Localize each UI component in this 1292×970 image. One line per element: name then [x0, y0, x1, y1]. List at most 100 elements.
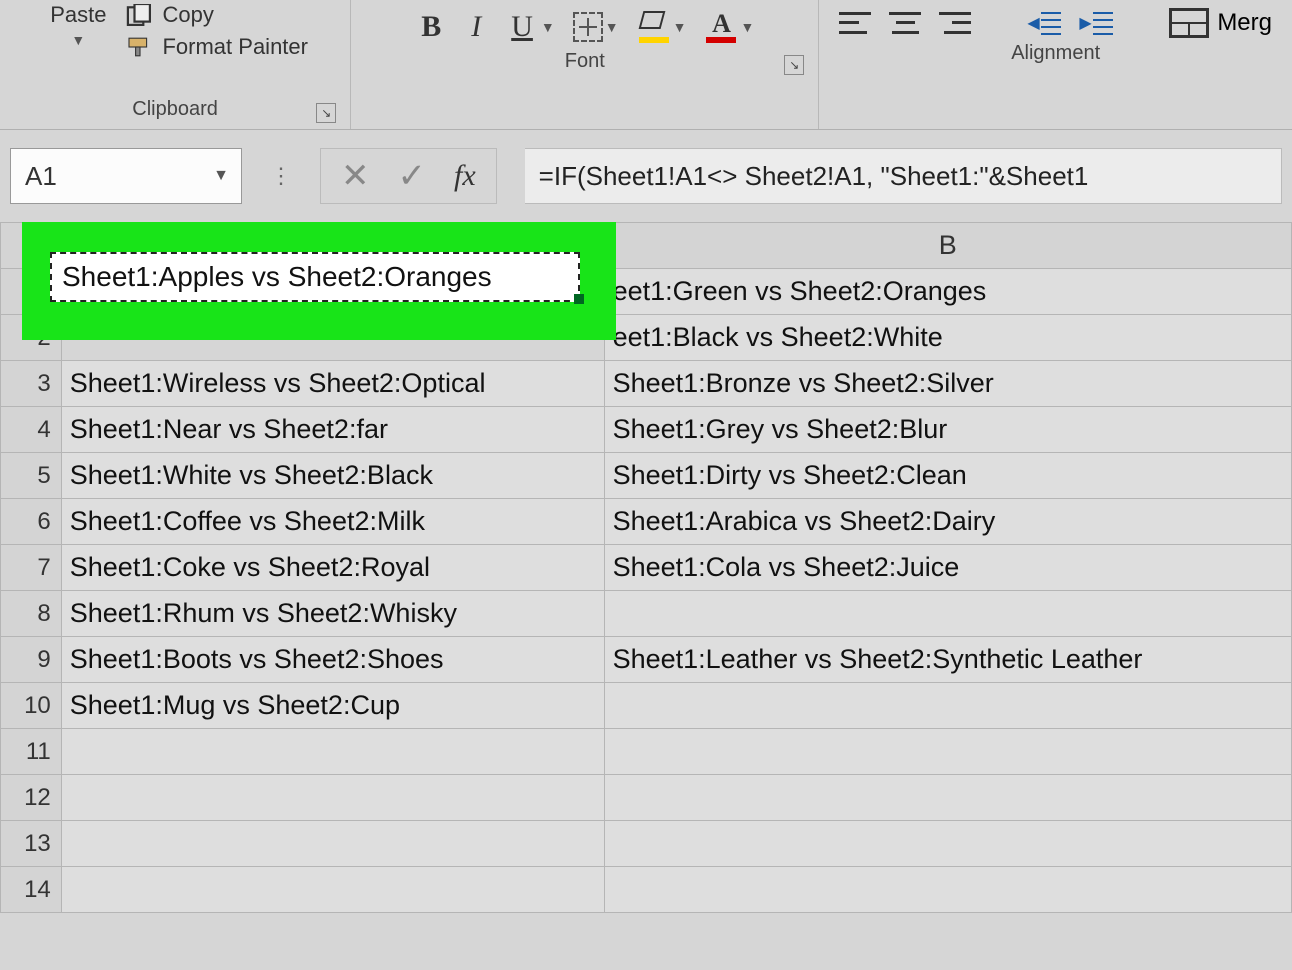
- align-left-icon: [839, 9, 871, 37]
- align-center-button[interactable]: [889, 9, 921, 37]
- cell[interactable]: [61, 775, 604, 821]
- cell[interactable]: [604, 683, 1291, 729]
- name-box[interactable]: A1 ▼: [10, 148, 242, 204]
- decrease-indent-icon: ◀: [1027, 9, 1061, 37]
- align-right-button[interactable]: [939, 9, 971, 37]
- cell[interactable]: Sheet1:Coke vs Sheet2:Royal: [61, 545, 604, 591]
- cell[interactable]: [61, 867, 604, 913]
- fill-color-button[interactable]: ▼: [637, 11, 687, 43]
- format-painter-button[interactable]: Format Painter: [126, 34, 308, 60]
- cell[interactable]: Sheet1:Grey vs Sheet2:Blur: [604, 407, 1291, 453]
- clipboard-dialog-launcher-icon[interactable]: ↘: [316, 103, 336, 123]
- font-dialog-launcher-icon[interactable]: ↘: [784, 55, 804, 75]
- formula-bar-actions: ✕ ✓ fx: [320, 148, 497, 204]
- cancel-button[interactable]: ✕: [341, 156, 370, 196]
- name-box-dropdown-icon[interactable]: ▼: [213, 167, 229, 185]
- format-painter-icon: [126, 36, 154, 58]
- cell[interactable]: Sheet1:Cola vs Sheet2:Juice: [604, 545, 1291, 591]
- cell[interactable]: [604, 775, 1291, 821]
- merge-center-button[interactable]: Merg: [1169, 8, 1272, 38]
- align-center-icon: [889, 9, 921, 37]
- fill-handle[interactable]: [574, 294, 584, 304]
- paste-button[interactable]: Paste ▼: [42, 2, 114, 48]
- table-row: 5Sheet1:White vs Sheet2:BlackSheet1:Dirt…: [1, 453, 1292, 499]
- cell[interactable]: [61, 729, 604, 775]
- cell[interactable]: [604, 729, 1291, 775]
- name-box-value: A1: [25, 161, 57, 192]
- insert-function-button[interactable]: fx: [454, 159, 476, 193]
- active-cell-value: Sheet1:Apples vs Sheet2:Oranges: [62, 261, 492, 293]
- clipboard-group-label: Clipboard ↘: [10, 94, 340, 129]
- row-header[interactable]: 13: [1, 821, 62, 867]
- format-painter-label: Format Painter: [162, 34, 308, 60]
- cell[interactable]: Sheet1:White vs Sheet2:Black: [61, 453, 604, 499]
- cell[interactable]: Sheet1:Wireless vs Sheet2:Optical: [61, 361, 604, 407]
- table-row: 14: [1, 867, 1292, 913]
- underline-button[interactable]: U: [505, 8, 539, 46]
- font-color-icon: A: [704, 11, 738, 43]
- row-header[interactable]: 10: [1, 683, 62, 729]
- row-header[interactable]: 11: [1, 729, 62, 775]
- underline-dropdown-icon[interactable]: ▼: [541, 19, 555, 35]
- cell[interactable]: Sheet1:Leather vs Sheet2:Synthetic Leath…: [604, 637, 1291, 683]
- row-header[interactable]: 14: [1, 867, 62, 913]
- bold-button[interactable]: B: [415, 8, 447, 46]
- formula-input[interactable]: =IF(Sheet1!A1<> Sheet2!A1, "Sheet1:"&She…: [525, 148, 1282, 204]
- table-row: 10Sheet1:Mug vs Sheet2:Cup: [1, 683, 1292, 729]
- cell[interactable]: eet1:Green vs Sheet2:Oranges: [604, 269, 1291, 315]
- accept-button[interactable]: ✓: [398, 156, 427, 196]
- cell[interactable]: Sheet1:Rhum vs Sheet2:Whisky: [61, 591, 604, 637]
- ribbon-group-clipboard: Paste ▼ Copy Format Painter C: [0, 0, 351, 129]
- font-color-button[interactable]: A ▼: [704, 11, 754, 43]
- cell[interactable]: Sheet1:Arabica vs Sheet2:Dairy: [604, 499, 1291, 545]
- row-header[interactable]: 6: [1, 499, 62, 545]
- table-row: 11: [1, 729, 1292, 775]
- cell[interactable]: [604, 867, 1291, 913]
- table-row: 12: [1, 775, 1292, 821]
- row-header[interactable]: 3: [1, 361, 62, 407]
- formula-text: =IF(Sheet1!A1<> Sheet2!A1, "Sheet1:"&She…: [539, 161, 1089, 192]
- table-row: 13: [1, 821, 1292, 867]
- font-color-dropdown-icon[interactable]: ▼: [740, 19, 754, 35]
- row-header[interactable]: 9: [1, 637, 62, 683]
- paste-label: Paste: [50, 2, 106, 28]
- spreadsheet-grid: A B 1Sheet1:Apples vs Sheet2:Orangeseet1…: [0, 222, 1292, 913]
- active-cell[interactable]: Sheet1:Apples vs Sheet2:Oranges: [50, 252, 580, 302]
- table-row: 3Sheet1:Wireless vs Sheet2:OpticalSheet1…: [1, 361, 1292, 407]
- italic-button[interactable]: I: [465, 8, 487, 46]
- table-row: 7Sheet1:Coke vs Sheet2:RoyalSheet1:Cola …: [1, 545, 1292, 591]
- cell[interactable]: eet1:Black vs Sheet2:White: [604, 315, 1291, 361]
- cell[interactable]: Sheet1:Boots vs Sheet2:Shoes: [61, 637, 604, 683]
- decrease-indent-button[interactable]: ◀: [1027, 9, 1061, 37]
- paste-dropdown-icon[interactable]: ▼: [71, 32, 85, 48]
- font-group-label: Font ↘: [361, 46, 808, 81]
- ribbon-group-font: B I U ▼ ▼ ▼ A ▼: [351, 0, 819, 129]
- cell[interactable]: Sheet1:Near vs Sheet2:far: [61, 407, 604, 453]
- cell[interactable]: Sheet1:Dirty vs Sheet2:Clean: [604, 453, 1291, 499]
- row-header[interactable]: 7: [1, 545, 62, 591]
- table-row: 9Sheet1:Boots vs Sheet2:ShoesSheet1:Leat…: [1, 637, 1292, 683]
- ribbon: Paste ▼ Copy Format Painter C: [0, 0, 1292, 130]
- table-row: 8Sheet1:Rhum vs Sheet2:Whisky: [1, 591, 1292, 637]
- row-header[interactable]: 12: [1, 775, 62, 821]
- row-header[interactable]: 4: [1, 407, 62, 453]
- formula-bar: A1 ▼ ⋮ ✕ ✓ fx =IF(Sheet1!A1<> Sheet2!A1,…: [0, 130, 1292, 222]
- align-left-button[interactable]: [839, 9, 871, 37]
- fill-color-dropdown-icon[interactable]: ▼: [673, 19, 687, 35]
- column-header-b[interactable]: B: [604, 223, 1291, 269]
- borders-dropdown-icon[interactable]: ▼: [605, 19, 619, 35]
- cell[interactable]: [61, 821, 604, 867]
- alignment-group-label: Alignment: [829, 38, 1282, 73]
- cell[interactable]: Sheet1:Bronze vs Sheet2:Silver: [604, 361, 1291, 407]
- increase-indent-button[interactable]: ▶: [1079, 9, 1113, 37]
- row-header[interactable]: 8: [1, 591, 62, 637]
- cell[interactable]: Sheet1:Mug vs Sheet2:Cup: [61, 683, 604, 729]
- copy-button[interactable]: Copy: [126, 2, 308, 28]
- cell[interactable]: [604, 591, 1291, 637]
- cell[interactable]: Sheet1:Coffee vs Sheet2:Milk: [61, 499, 604, 545]
- borders-button[interactable]: ▼: [573, 12, 619, 42]
- formula-bar-options-icon[interactable]: ⋮: [270, 163, 292, 189]
- row-header[interactable]: 5: [1, 453, 62, 499]
- ribbon-group-alignment: ◀ ▶ Merg Alignment: [819, 0, 1292, 129]
- cell[interactable]: [604, 821, 1291, 867]
